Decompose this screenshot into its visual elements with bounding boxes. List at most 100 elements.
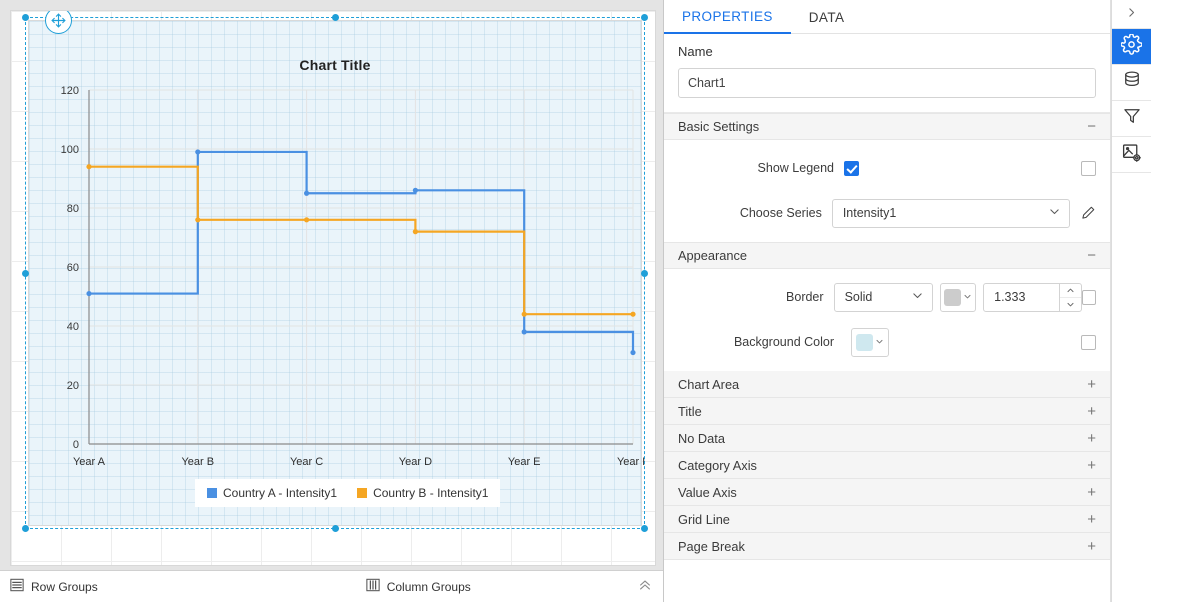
border-color-picker[interactable] <box>940 283 976 312</box>
column-groups-button[interactable]: Column Groups <box>366 578 471 595</box>
checkbox-background-color-expression[interactable] <box>1081 335 1096 350</box>
row-groups-button[interactable]: Row Groups <box>10 578 98 595</box>
resize-handle-middle-right[interactable] <box>641 270 648 277</box>
chevron-down-icon <box>911 289 924 305</box>
border-color-swatch <box>944 289 961 306</box>
resize-handle-top-center[interactable] <box>332 14 339 21</box>
rail-item-filter[interactable] <box>1112 101 1151 137</box>
chevron-down-icon <box>1048 205 1061 221</box>
checkbox-show-legend-expression[interactable] <box>1081 161 1096 176</box>
name-input[interactable] <box>678 68 1096 98</box>
label-background-color: Background Color <box>664 335 844 349</box>
background-color-picker[interactable] <box>851 328 889 357</box>
design-sheet[interactable]: Chart Title 020406080100120Year AYear BY… <box>10 10 656 566</box>
label-border: Border <box>664 290 834 304</box>
section-title: Value Axis <box>678 485 737 500</box>
label-choose-series: Choose Series <box>664 206 832 220</box>
section-header-page-break[interactable]: Page Break + <box>664 533 1110 560</box>
rail-item-image-settings[interactable] <box>1112 137 1151 173</box>
checkbox-border-expression[interactable] <box>1082 290 1096 305</box>
svg-text:40: 40 <box>67 321 79 333</box>
section-header-appearance[interactable]: Appearance − <box>664 242 1110 269</box>
spinner-up-icon[interactable] <box>1060 284 1081 298</box>
right-icon-rail <box>1111 0 1151 602</box>
collapsed-sections-list: Chart Area+Title+No Data+Category Axis+V… <box>664 371 1110 560</box>
app-root: Chart Title 020406080100120Year AYear BY… <box>0 0 1191 602</box>
expand-toggle[interactable]: + <box>1087 404 1096 419</box>
expand-toggle[interactable]: + <box>1087 485 1096 500</box>
svg-text:80: 80 <box>67 203 79 215</box>
chevron-right-icon <box>1125 6 1138 22</box>
resize-handle-middle-left[interactable] <box>22 270 29 277</box>
resize-handle-bottom-left[interactable] <box>22 525 29 532</box>
select-choose-series-value: Intensity1 <box>843 206 897 220</box>
section-body-appearance: Border Solid 1.333 <box>664 269 1110 371</box>
chart-plot: 020406080100120Year AYear BYear CYear DY… <box>25 17 645 529</box>
section-title: Page Break <box>678 539 745 554</box>
collapse-toggle-basic-settings[interactable]: − <box>1087 119 1096 134</box>
filter-icon <box>1122 106 1142 131</box>
section-header-basic-settings[interactable]: Basic Settings − <box>664 113 1110 140</box>
border-width-value[interactable]: 1.333 <box>984 284 1059 311</box>
resize-handle-top-right[interactable] <box>641 14 648 21</box>
checkbox-show-legend[interactable] <box>844 161 859 176</box>
resize-handle-bottom-center[interactable] <box>332 525 339 532</box>
svg-text:20: 20 <box>67 380 79 392</box>
tab-properties[interactable]: PROPERTIES <box>664 0 791 34</box>
svg-text:0: 0 <box>73 439 79 451</box>
row-show-legend: Show Legend <box>664 153 1110 183</box>
section-title: Category Axis <box>678 458 757 473</box>
resize-handle-bottom-right[interactable] <box>641 525 648 532</box>
svg-text:120: 120 <box>61 85 79 97</box>
expand-toggle[interactable]: + <box>1087 377 1096 392</box>
rail-item-properties[interactable] <box>1112 29 1151 65</box>
section-header-value-axis[interactable]: Value Axis + <box>664 479 1110 506</box>
row-border: Border Solid 1.333 <box>664 282 1110 312</box>
expand-toggle[interactable]: + <box>1087 431 1096 446</box>
name-label: Name <box>678 44 1096 59</box>
row-groups-label: Row Groups <box>31 580 98 594</box>
tab-data[interactable]: DATA <box>791 0 863 34</box>
row-groups-icon <box>10 578 24 595</box>
gear-icon <box>1121 34 1142 60</box>
svg-text:60: 60 <box>67 262 79 274</box>
legend-item: Country B - Intensity1 <box>357 486 488 500</box>
resize-handle-top-left[interactable] <box>22 14 29 21</box>
section-header-grid-line[interactable]: Grid Line + <box>664 506 1110 533</box>
expand-toggle[interactable]: + <box>1087 458 1096 473</box>
select-choose-series[interactable]: Intensity1 <box>832 199 1070 228</box>
select-border-style[interactable]: Solid <box>834 283 934 312</box>
section-title: Grid Line <box>678 512 730 527</box>
svg-text:Year A: Year A <box>73 456 106 468</box>
pencil-icon[interactable] <box>1080 205 1096 221</box>
label-show-legend: Show Legend <box>664 161 844 175</box>
column-groups-icon <box>366 578 380 595</box>
svg-text:Year C: Year C <box>290 456 323 468</box>
row-choose-series: Choose Series Intensity1 <box>664 198 1110 228</box>
section-body-basic-settings: Show Legend Choose Series Intensity1 <box>664 140 1110 242</box>
section-header-title[interactable]: Title + <box>664 398 1110 425</box>
section-title: Title <box>678 404 702 419</box>
chart-report-item[interactable]: Chart Title 020406080100120Year AYear BY… <box>25 17 645 529</box>
groups-bar: Row Groups Column Groups <box>0 570 664 602</box>
section-title: No Data <box>678 431 725 446</box>
section-header-no-data[interactable]: No Data + <box>664 425 1110 452</box>
chevron-double-up-icon[interactable] <box>638 578 652 595</box>
legend-label-series-2: Country B - Intensity1 <box>373 486 488 500</box>
chart-legend: Country A - Intensity1 Country B - Inten… <box>195 479 500 507</box>
border-width-spinner[interactable] <box>1059 284 1081 311</box>
chevron-down-icon <box>963 292 972 303</box>
svg-text:Year F: Year F <box>617 456 645 468</box>
border-width-stepper[interactable]: 1.333 <box>983 283 1082 312</box>
collapse-toggle-appearance[interactable]: − <box>1087 248 1096 263</box>
section-header-chart-area[interactable]: Chart Area+ <box>664 371 1110 398</box>
report-designer-canvas[interactable]: Chart Title 020406080100120Year AYear BY… <box>0 0 664 602</box>
section-header-category-axis[interactable]: Category Axis + <box>664 452 1110 479</box>
image-settings-icon <box>1121 142 1142 168</box>
expand-toggle[interactable]: + <box>1087 512 1096 527</box>
svg-text:Year E: Year E <box>508 456 541 468</box>
rail-item-data[interactable] <box>1112 65 1151 101</box>
expand-toggle[interactable]: + <box>1087 539 1096 554</box>
expand-panel-button[interactable] <box>1112 0 1151 29</box>
spinner-down-icon[interactable] <box>1060 298 1081 311</box>
